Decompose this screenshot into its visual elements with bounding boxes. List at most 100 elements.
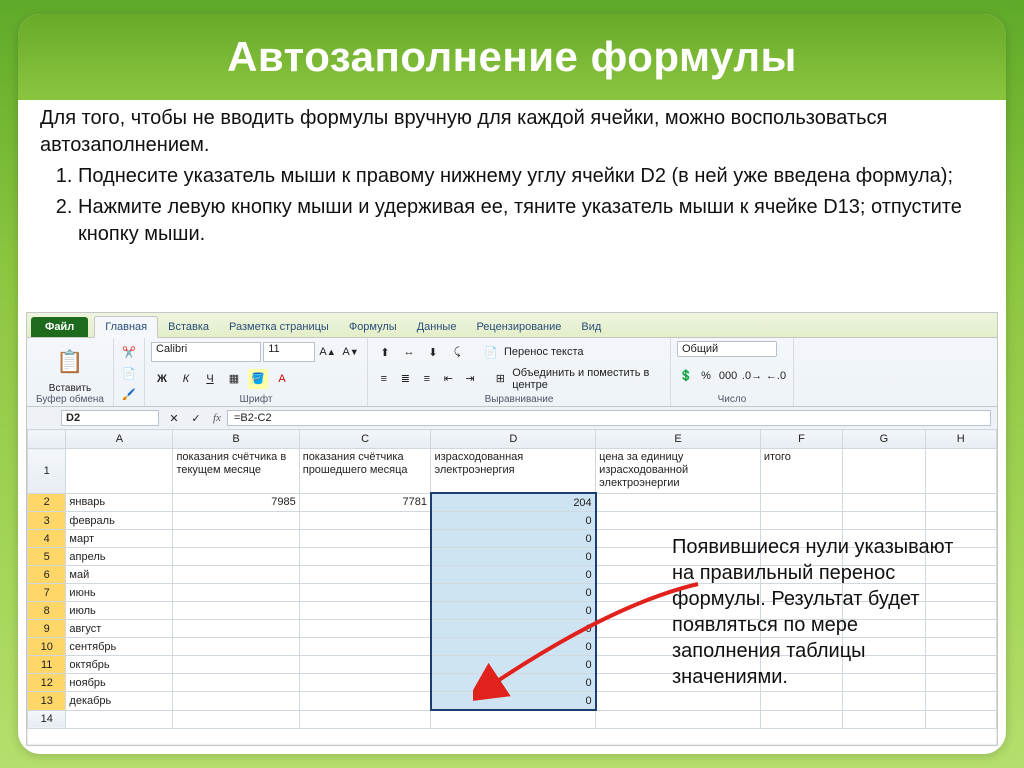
font-color-icon[interactable]: A [272, 369, 292, 389]
cell-B14[interactable] [173, 710, 299, 729]
row-3[interactable]: 3 [28, 512, 66, 530]
align-bottom-icon[interactable]: ⬇ [423, 342, 443, 362]
decrease-font-icon[interactable]: A▼ [341, 342, 360, 362]
dec-decimal-icon[interactable]: ←.0 [766, 366, 786, 386]
cell-B6[interactable] [173, 566, 299, 584]
cell-E1[interactable]: цена за единицу израсходованной электроэ… [596, 449, 761, 494]
row-8[interactable]: 8 [28, 602, 66, 620]
cell-F3[interactable] [760, 512, 842, 530]
borders-icon[interactable]: ▦ [224, 369, 244, 389]
cell-A14[interactable] [66, 710, 173, 729]
underline-button[interactable]: Ч [200, 369, 220, 389]
wrap-text-icon[interactable]: 📄 [481, 342, 501, 362]
cell-D2[interactable]: 204 [431, 493, 596, 512]
cell-H2[interactable] [925, 493, 996, 512]
cell-C9[interactable] [299, 620, 431, 638]
cell-E3[interactable] [596, 512, 761, 530]
cell-G2[interactable] [843, 493, 925, 512]
cell-A2[interactable]: январь [66, 493, 173, 512]
cell-B9[interactable] [173, 620, 299, 638]
align-top-icon[interactable]: ⬆ [375, 342, 395, 362]
cell-B13[interactable] [173, 692, 299, 711]
formula-bar[interactable]: =B2-C2 [227, 410, 991, 426]
row-11[interactable]: 11 [28, 656, 66, 674]
cell-H13[interactable] [925, 692, 996, 711]
cell-D3[interactable]: 0 [431, 512, 596, 530]
indent-dec-icon[interactable]: ⇤ [440, 369, 458, 389]
row-10[interactable]: 10 [28, 638, 66, 656]
cell-A12[interactable]: ноябрь [66, 674, 173, 692]
merge-icon[interactable]: ⊞ [492, 369, 510, 389]
row-5[interactable]: 5 [28, 548, 66, 566]
cell-B4[interactable] [173, 530, 299, 548]
cell-D6[interactable]: 0 [431, 566, 596, 584]
select-all[interactable] [28, 430, 66, 449]
cell-D7[interactable]: 0 [431, 584, 596, 602]
cell-C3[interactable] [299, 512, 431, 530]
cell-D12[interactable]: 0 [431, 674, 596, 692]
cell-B5[interactable] [173, 548, 299, 566]
cell-G3[interactable] [843, 512, 925, 530]
row-4[interactable]: 4 [28, 530, 66, 548]
cell-A1[interactable] [66, 449, 173, 494]
cell-H1[interactable] [925, 449, 996, 494]
cell-H3[interactable] [925, 512, 996, 530]
tab-formulas[interactable]: Формулы [339, 317, 407, 337]
inc-decimal-icon[interactable]: .0→ [742, 366, 762, 386]
cell-H14[interactable] [925, 710, 996, 729]
cell-E13[interactable] [596, 692, 761, 711]
currency-icon[interactable]: 💲 [678, 366, 694, 386]
tab-view[interactable]: Вид [571, 317, 611, 337]
merge-label[interactable]: Объединить и поместить в центре [512, 367, 664, 391]
cell-D11[interactable]: 0 [431, 656, 596, 674]
cell-A8[interactable]: июль [66, 602, 173, 620]
comma-icon[interactable]: 000 [718, 366, 738, 386]
cell-A5[interactable]: апрель [66, 548, 173, 566]
cell-F13[interactable] [760, 692, 842, 711]
cell-D9[interactable]: 0 [431, 620, 596, 638]
cell-A7[interactable]: июнь [66, 584, 173, 602]
cell-A9[interactable]: август [66, 620, 173, 638]
cell-C14[interactable] [299, 710, 431, 729]
cancel-icon[interactable]: ✕ [164, 408, 184, 428]
col-A[interactable]: A [66, 430, 173, 449]
cell-D8[interactable]: 0 [431, 602, 596, 620]
cell-B2[interactable]: 7985 [173, 493, 299, 512]
increase-font-icon[interactable]: A▲ [318, 342, 337, 362]
italic-button[interactable]: К [176, 369, 196, 389]
col-C[interactable]: C [299, 430, 431, 449]
cut-icon[interactable]: ✂️ [119, 343, 139, 362]
align-left-icon[interactable]: ≡ [375, 369, 393, 389]
number-format-select[interactable]: Общий [677, 341, 777, 357]
row-2[interactable]: 2 [28, 493, 66, 512]
row-9[interactable]: 9 [28, 620, 66, 638]
col-E[interactable]: E [596, 430, 761, 449]
col-H[interactable]: H [925, 430, 996, 449]
cell-B10[interactable] [173, 638, 299, 656]
cell-B12[interactable] [173, 674, 299, 692]
format-painter-icon[interactable]: 🖌️ [119, 385, 139, 404]
row-14[interactable]: 14 [28, 710, 66, 729]
tab-review[interactable]: Рецензирование [466, 317, 571, 337]
cell-D1[interactable]: израсходованная электроэнергия [431, 449, 596, 494]
col-B[interactable]: B [173, 430, 299, 449]
cell-C6[interactable] [299, 566, 431, 584]
align-right-icon[interactable]: ≡ [418, 369, 436, 389]
align-middle-icon[interactable]: ↔ [399, 342, 419, 362]
cell-B3[interactable] [173, 512, 299, 530]
paste-button[interactable]: 📋 [49, 341, 91, 383]
percent-icon[interactable]: % [698, 366, 714, 386]
indent-inc-icon[interactable]: ⇥ [461, 369, 479, 389]
name-box[interactable]: D2 [61, 410, 159, 426]
fx-icon[interactable]: fx [207, 412, 227, 424]
col-F[interactable]: F [760, 430, 842, 449]
cell-C11[interactable] [299, 656, 431, 674]
cell-D5[interactable]: 0 [431, 548, 596, 566]
cell-G1[interactable] [843, 449, 925, 494]
cell-C4[interactable] [299, 530, 431, 548]
tab-data[interactable]: Данные [407, 317, 467, 337]
orientation-icon[interactable]: ⤹ [447, 342, 467, 362]
cell-C2[interactable]: 7781 [299, 493, 431, 512]
cell-D13[interactable]: 0 [431, 692, 596, 711]
cell-A3[interactable]: февраль [66, 512, 173, 530]
